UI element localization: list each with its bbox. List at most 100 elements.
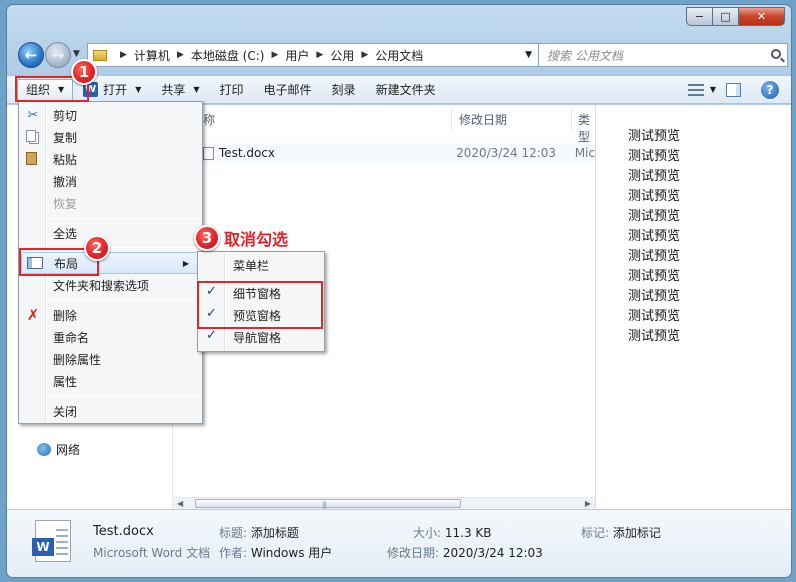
breadcrumb-computer[interactable]: 计算机	[134, 47, 170, 64]
email-button[interactable]: 电子邮件	[254, 79, 322, 101]
preview-line: 测试预览	[628, 209, 681, 224]
chevron-right-icon[interactable]: ▶	[316, 50, 323, 60]
preview-line: 测试预览	[628, 169, 681, 184]
step-1-badge: 1	[71, 59, 97, 85]
toolbar-right: ▼ ?	[687, 80, 791, 99]
copy-icon	[26, 130, 36, 142]
details-tags: 标记: 添加标记	[581, 524, 661, 541]
file-row[interactable]: Test.docx 2020/3/24 12:03 Mic	[203, 143, 595, 163]
submenu-item-menu-bar-label: 菜单栏	[233, 258, 270, 273]
delete-icon: ✗	[26, 306, 40, 324]
change-view-icon[interactable]	[687, 83, 704, 96]
menu-item-redo: 恢复	[21, 192, 200, 214]
preview-line: 测试预览	[628, 289, 681, 304]
document-line	[56, 547, 68, 549]
horizontal-scrollbar[interactable]: ◀ ||| ▶	[173, 497, 595, 509]
scroll-left-icon[interactable]: ◀	[177, 499, 183, 508]
column-divider[interactable]	[451, 107, 452, 131]
view-dropdown-icon[interactable]: ▼	[710, 85, 716, 94]
column-header-name[interactable]: 称	[203, 111, 215, 128]
menu-item-rename[interactable]: 重命名	[21, 326, 200, 348]
chevron-right-icon[interactable]: ▶	[271, 50, 278, 60]
details-title-label: 标题:	[219, 526, 248, 540]
breadcrumb-users[interactable]: 用户	[285, 47, 309, 64]
column-divider[interactable]	[571, 107, 572, 131]
back-arrow-icon: ←	[24, 46, 38, 64]
uncheck-callout: 取消勾选	[224, 230, 289, 249]
details-pane: W Test.docx Microsoft Word 文档 标题: 添加标题 作…	[7, 509, 791, 577]
menu-item-folder-options[interactable]: 文件夹和搜索选项	[21, 274, 200, 296]
menu-item-folder-options-label: 文件夹和搜索选项	[53, 278, 150, 293]
address-bar[interactable]: ▶ 计算机 ▶ 本地磁盘 (C:) ▶ 用户 ▶ 公用 ▶ 公用文档 ▼	[87, 43, 539, 67]
close-button[interactable]: ✕	[739, 7, 785, 26]
back-button[interactable]: ←	[18, 42, 44, 68]
share-button[interactable]: 共享 ▼	[151, 79, 209, 101]
preview-line: 测试预览	[628, 309, 681, 324]
recent-pages-dropdown[interactable]: ▼	[73, 49, 80, 59]
details-tags-value[interactable]: 添加标记	[613, 526, 661, 540]
details-modified-value: 2020/3/24 12:03	[442, 546, 543, 560]
address-dropdown-icon[interactable]: ▼	[525, 50, 532, 60]
share-label: 共享	[161, 83, 186, 97]
print-button[interactable]: 打印	[210, 79, 254, 101]
dropdown-arrow-icon: ▼	[135, 85, 142, 94]
details-tags-label: 标记:	[581, 526, 610, 540]
column-header-type[interactable]: 类型	[578, 111, 595, 145]
maximize-button[interactable]: □	[713, 7, 739, 26]
help-icon[interactable]: ?	[761, 80, 779, 99]
menu-item-paste[interactable]: 粘贴	[21, 148, 200, 170]
submenu-item-menu-bar[interactable]: 菜单栏	[200, 254, 322, 276]
preview-line: 测试预览	[628, 329, 681, 344]
menu-item-paste-label: 粘贴	[53, 152, 78, 167]
details-author-value[interactable]: Windows 用户	[251, 546, 332, 560]
file-name: Test.docx	[218, 146, 275, 160]
search-icon[interactable]	[771, 49, 781, 59]
menu-item-copy-label: 复制	[53, 130, 78, 145]
menu-item-cut[interactable]: ✂ 剪切	[21, 104, 200, 126]
menu-item-redo-label: 恢复	[53, 196, 78, 211]
document-line	[56, 535, 68, 537]
scrollbar-thumb[interactable]: |||	[195, 499, 461, 509]
breadcrumb-public-documents[interactable]: 公用文档	[375, 47, 423, 64]
chevron-right-icon[interactable]: ▶	[120, 50, 127, 60]
search-input[interactable]: 搜索 公用文档	[538, 43, 788, 67]
menu-item-undo[interactable]: 撤消	[21, 170, 200, 192]
command-bar: 组织 ▼ W 打开 ▼ 共享 ▼ 打印 电子邮件 刻录 新建文件夹 ▼ ?	[7, 75, 791, 104]
search-placeholder: 搜索 公用文档	[547, 48, 623, 63]
chevron-right-icon[interactable]: ▶	[177, 50, 184, 60]
nav-item-network[interactable]: 网络	[37, 441, 80, 458]
file-date: 2020/3/24 12:03	[456, 146, 557, 160]
scroll-right-icon[interactable]: ▶	[585, 499, 591, 508]
chevron-right-icon[interactable]: ▶	[361, 50, 368, 60]
details-title-value[interactable]: 添加标题	[251, 526, 299, 540]
column-header-date[interactable]: 修改日期	[459, 111, 507, 128]
breadcrumb-local-disk[interactable]: 本地磁盘 (C:)	[191, 47, 265, 64]
menu-item-select-all[interactable]: 全选	[21, 222, 200, 244]
document-line	[56, 541, 68, 543]
menu-item-cut-label: 剪切	[53, 108, 78, 123]
menu-item-close[interactable]: 关闭	[21, 400, 200, 422]
minimize-button[interactable]: −	[686, 7, 713, 26]
preview-line: 测试预览	[628, 269, 681, 284]
menu-separator	[49, 300, 199, 301]
menu-item-close-label: 关闭	[53, 404, 78, 419]
preview-line: 测试预览	[628, 129, 681, 144]
menu-item-rename-label: 重命名	[53, 330, 90, 345]
submenu-item-navigation-pane-label: 导航窗格	[233, 330, 282, 345]
word-document-icon: W	[32, 520, 71, 562]
submenu-item-navigation-pane[interactable]: ✓ 导航窗格	[200, 326, 322, 348]
menu-item-delete[interactable]: ✗ 删除	[21, 304, 200, 326]
forward-button[interactable]: →	[45, 42, 71, 68]
new-folder-button[interactable]: 新建文件夹	[366, 79, 446, 101]
file-type: Mic	[574, 146, 595, 160]
details-size: 大小: 11.3 KB	[413, 524, 492, 541]
word-icon: W	[32, 538, 54, 556]
breadcrumb-public[interactable]: 公用	[330, 47, 354, 64]
step-3-badge: 3	[194, 225, 220, 251]
menu-item-remove-properties[interactable]: 删除属性	[21, 348, 200, 370]
burn-button[interactable]: 刻录	[322, 79, 366, 101]
menu-item-properties[interactable]: 属性	[21, 370, 200, 392]
preview-pane-toggle-icon[interactable]	[726, 82, 741, 97]
menu-item-remove-properties-label: 删除属性	[53, 352, 102, 367]
menu-item-copy[interactable]: 复制	[21, 126, 200, 148]
